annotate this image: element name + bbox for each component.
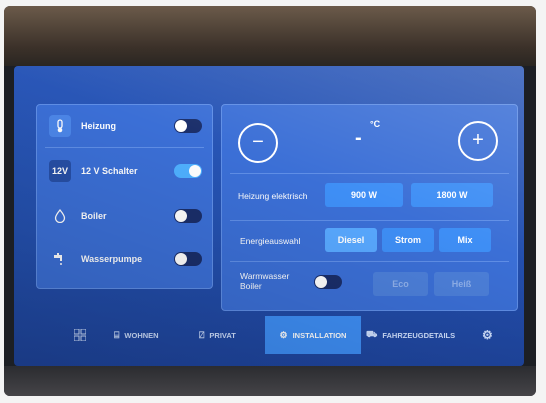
energy-strom-button[interactable]: Strom: [382, 228, 434, 252]
12v-icon: 12V: [49, 160, 71, 182]
droplet-icon: [49, 205, 71, 227]
tap-icon: [49, 248, 71, 270]
12v-switch-row[interactable]: 12V 12 V Schalter: [37, 150, 212, 192]
nav-wohnen-label: WOHNEN: [124, 330, 159, 340]
electric-heating-label: Heizung elektrisch: [238, 191, 308, 201]
grid-menu-button[interactable]: [74, 316, 88, 354]
gear-icon: ⚙: [482, 328, 493, 342]
energy-selection-label: Energieauswahl: [240, 236, 301, 246]
energy-mix-button[interactable]: Mix: [439, 228, 491, 252]
water-pump-toggle[interactable]: [174, 252, 202, 266]
grid-icon: [74, 329, 86, 341]
boiler-row[interactable]: Boiler: [37, 195, 212, 237]
energy-diesel-button[interactable]: Diesel: [325, 228, 377, 252]
temperature-increase-button[interactable]: +: [458, 121, 498, 161]
heating-control-panel: − °C - + Heizung elektrisch 900 W 1800 W…: [221, 104, 518, 311]
temperature-decrease-button[interactable]: −: [238, 123, 278, 163]
heating-1800w-button[interactable]: 1800 W: [411, 183, 493, 207]
boiler-label: Boiler: [81, 211, 107, 221]
bottom-navigation: ⌸ WOHNEN ⍁ PRIVAT ⚙ INSTALLATION ⛟ FAHRZ…: [14, 316, 524, 354]
heating-900w-button[interactable]: 900 W: [325, 183, 403, 207]
12v-switch-label: 12 V Schalter: [81, 166, 138, 176]
nav-installation-label: INSTALLATION: [292, 330, 347, 340]
bottom-bezel: [4, 366, 536, 396]
divider: [230, 220, 509, 221]
heating-toggle[interactable]: [174, 119, 202, 133]
temperature-unit: °C: [370, 119, 381, 129]
12v-switch-toggle[interactable]: [174, 164, 202, 178]
background-wall: [4, 6, 536, 66]
touch-screen: Heizung 12V 12 V Schalter Boiler Wasserp…: [14, 66, 524, 366]
divider: [230, 261, 509, 262]
camper-icon: ⌸: [114, 329, 120, 340]
device-frame: Heizung 12V 12 V Schalter Boiler Wasserp…: [4, 6, 536, 396]
water-hot-button[interactable]: Heiß: [434, 272, 489, 296]
heating-row[interactable]: Heizung: [37, 105, 212, 147]
water-pump-row[interactable]: Wasserpumpe: [37, 238, 212, 280]
water-pump-label: Wasserpumpe: [81, 254, 143, 264]
nav-wohnen[interactable]: ⌸ WOHNEN: [114, 316, 184, 354]
thermometer-icon: [49, 115, 71, 137]
temperature-value: -: [355, 127, 362, 149]
vehicle-icon: ⛟: [366, 329, 378, 339]
privacy-icon: ⍁: [199, 329, 205, 340]
nav-fahrzeugdetails-label: FAHRZEUGDETAILS: [382, 330, 456, 340]
nav-privat-label: PRIVAT: [209, 330, 236, 340]
nav-fahrzeugdetails[interactable]: ⛟ FAHRZEUGDETAILS: [366, 316, 476, 354]
heating-label: Heizung: [81, 121, 116, 131]
nav-installation[interactable]: ⚙ INSTALLATION: [265, 316, 361, 354]
divider: [45, 147, 204, 148]
divider: [230, 173, 509, 174]
hot-water-boiler-label: Warmwasser Boiler: [240, 271, 290, 291]
hot-water-toggle[interactable]: [314, 275, 342, 289]
settings-button[interactable]: ⚙: [482, 316, 498, 354]
left-panel: Heizung 12V 12 V Schalter Boiler Wasserp…: [36, 104, 213, 289]
installation-icon: ⚙: [279, 329, 288, 340]
nav-privat[interactable]: ⍁ PRIVAT: [199, 316, 259, 354]
water-eco-button[interactable]: Eco: [373, 272, 428, 296]
boiler-toggle[interactable]: [174, 209, 202, 223]
